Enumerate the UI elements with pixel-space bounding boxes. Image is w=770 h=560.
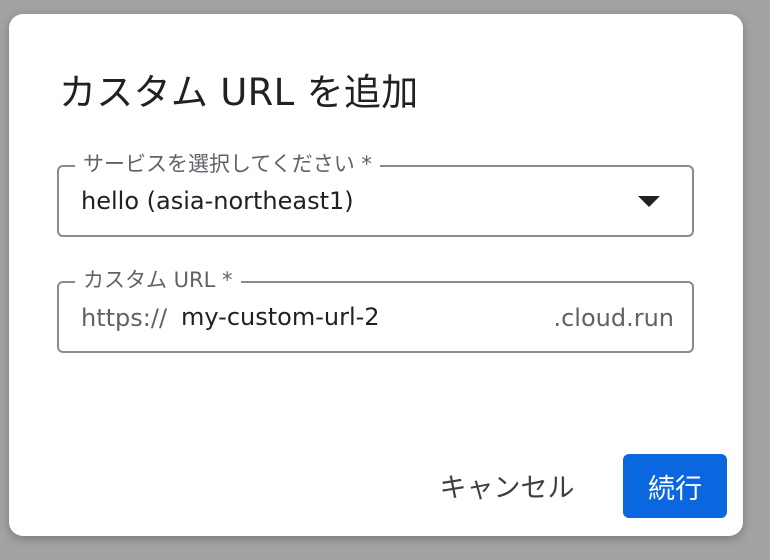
custom-url-input[interactable]: [181, 302, 521, 332]
cancel-button[interactable]: キャンセル: [427, 454, 587, 516]
service-select-label: サービスを選択してください *: [75, 150, 380, 178]
service-select[interactable]: サービスを選択してください * hello (asia-northeast1): [57, 150, 694, 237]
url-suffix: .cloud.run: [553, 304, 674, 332]
dialog-title: カスタム URL を追加: [59, 71, 419, 114]
continue-button[interactable]: 続行: [623, 454, 727, 518]
custom-url-field: カスタム URL * https:// .cloud.run: [57, 266, 694, 353]
custom-url-label: カスタム URL *: [75, 266, 241, 294]
add-custom-url-dialog: カスタム URL を追加 サービスを選択してください * hello (asia…: [9, 14, 743, 536]
arrow-drop-down-icon[interactable]: [638, 196, 660, 207]
service-select-value: hello (asia-northeast1): [81, 187, 354, 215]
url-prefix: https://: [81, 304, 168, 332]
